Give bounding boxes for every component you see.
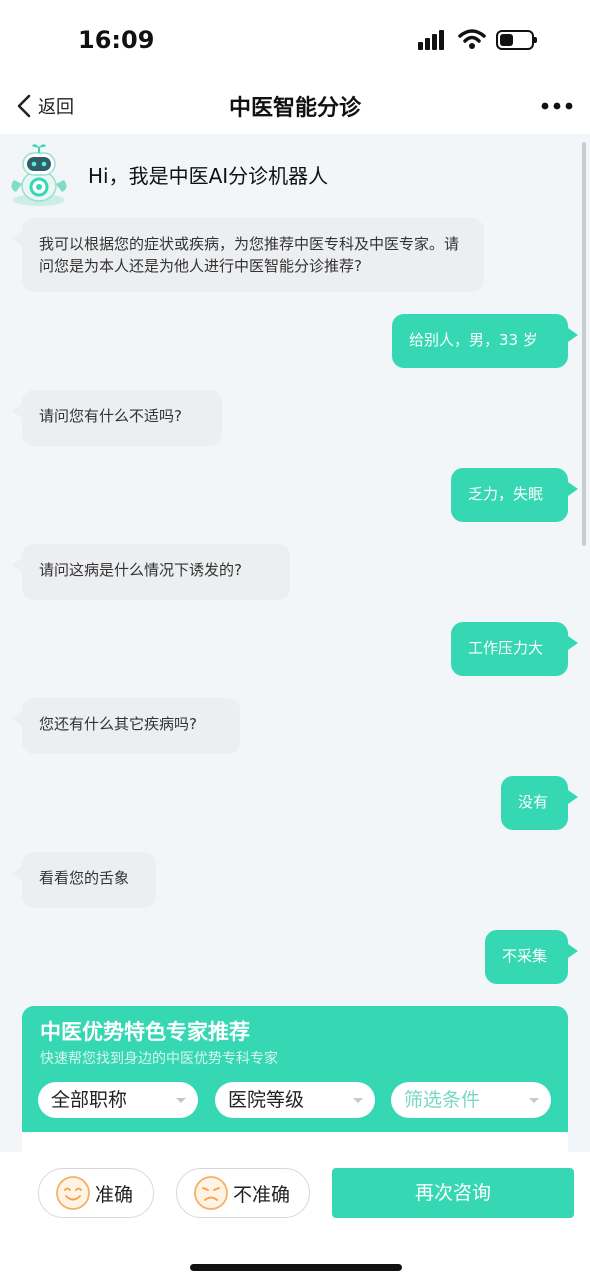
user-message: 乏力，失眠 — [451, 468, 578, 522]
bot-message: 看看您的舌象 — [12, 852, 156, 908]
filter-conditions-select[interactable]: 筛选条件 — [391, 1082, 551, 1118]
caret-down-icon — [353, 1098, 363, 1103]
frown-face-icon — [194, 1176, 228, 1210]
nav-bar: 返回 中医智能分诊 — [0, 80, 590, 134]
filter-label: 医院等级 — [228, 1089, 305, 1111]
status-time: 16:09 — [78, 26, 155, 54]
bot-message: 请问您有什么不适吗? — [12, 390, 222, 446]
expert-recommendation-card: 中医优势特色专家推荐 快速帮您找到身边的中医优势专科专家 全部职称 医院等级 筛… — [22, 1006, 568, 1152]
consult-again-button[interactable]: 再次咨询 — [332, 1168, 574, 1218]
home-indicator[interactable] — [190, 1264, 402, 1271]
bot-message: 我可以根据您的症状或疾病，为您推荐中医专科及中医专家。请问您是为本人还是为他人进… — [12, 218, 484, 292]
caret-down-icon — [529, 1098, 539, 1103]
wifi-icon — [458, 29, 486, 49]
bot-message: 您还有什么其它疾病吗? — [12, 698, 240, 754]
inaccurate-label: 不准确 — [233, 1183, 291, 1206]
accurate-label: 准确 — [95, 1183, 134, 1206]
card-title: 中医优势特色专家推荐 — [40, 1020, 250, 1044]
smile-face-icon — [56, 1176, 90, 1210]
signal-icon — [418, 30, 450, 50]
filter-title-select[interactable]: 全部职称 — [38, 1082, 198, 1118]
filter-label: 全部职称 — [51, 1089, 128, 1111]
bot-message: 请问这病是什么情况下诱发的? — [12, 544, 290, 600]
page-title: 中医智能分诊 — [228, 96, 361, 121]
user-message: 工作压力大 — [451, 622, 578, 676]
filter-hospital-level-select[interactable]: 医院等级 — [215, 1082, 375, 1118]
caret-down-icon — [176, 1098, 186, 1103]
robot-avatar-icon — [11, 144, 67, 206]
inaccurate-button[interactable]: 不准确 — [176, 1168, 310, 1218]
robot-greeting: Hi，我是中医AI分诊机器人 — [88, 164, 329, 188]
accurate-button[interactable]: 准确 — [38, 1168, 154, 1218]
bottom-bar: 准确 不准确 再次咨询 — [0, 1152, 590, 1280]
user-message: 没有 — [501, 776, 578, 830]
card-body — [22, 1132, 568, 1152]
status-bar: 16:09 — [0, 0, 590, 80]
card-subtitle: 快速帮您找到身边的中医优势专科专家 — [40, 1051, 278, 1067]
chat-area[interactable]: Hi，我是中医AI分诊机器人 我可以根据您的症状或疾病，为您推荐中医专科及中医专… — [0, 134, 590, 1152]
user-message: 给别人，男，33 岁 — [392, 314, 578, 368]
filter-label: 筛选条件 — [404, 1089, 481, 1111]
user-message: 不采集 — [485, 930, 578, 984]
scrollbar[interactable] — [582, 142, 586, 546]
battery-icon — [496, 30, 537, 50]
more-icon[interactable] — [540, 94, 574, 118]
